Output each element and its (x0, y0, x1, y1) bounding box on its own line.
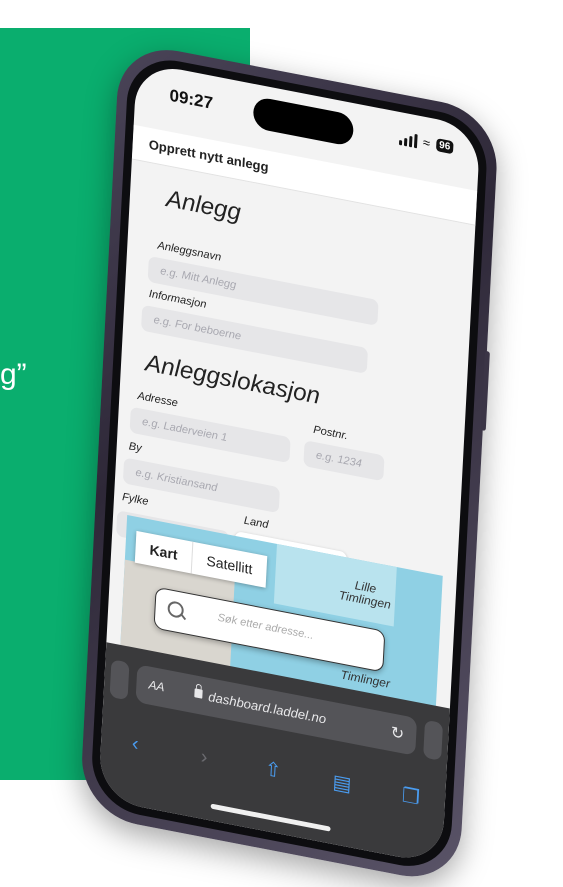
postnr-input[interactable]: e.g. 1234 (303, 440, 385, 482)
land-label: Land (243, 514, 269, 532)
adresse-label: Adresse (137, 389, 179, 410)
adresse-input[interactable]: e.g. Laderveien 1 (129, 406, 291, 464)
text-size-button[interactable]: AA (148, 677, 165, 694)
back-icon[interactable]: ‹ (121, 727, 150, 760)
status-icons: ≈ 96 (398, 130, 454, 155)
bookmarks-icon[interactable]: ▤ (327, 767, 356, 800)
reload-icon[interactable]: ↻ (390, 722, 404, 744)
battery-icon: 96 (435, 138, 454, 155)
lock-icon (194, 688, 203, 699)
section-title-anlegg: Anlegg (165, 185, 242, 227)
tabs-icon[interactable]: ❐ (396, 781, 425, 814)
postnr-label: Postnr. (312, 423, 349, 443)
forward-icon[interactable]: › (189, 741, 218, 774)
status-time: 09:27 (169, 85, 214, 113)
share-icon[interactable]: ⇧ (258, 754, 287, 787)
signal-icon (398, 130, 418, 148)
dynamic-island (252, 95, 355, 147)
phone-mockup: 09:27 ≈ 96 Opprett nytt anlegg Anlegg An… (0, 0, 563, 887)
phone-screen: 09:27 ≈ 96 Opprett nytt anlegg Anlegg An… (98, 61, 481, 866)
fylke-label: Fylke (121, 491, 149, 509)
wifi-icon: ≈ (422, 134, 431, 151)
by-label: By (128, 440, 142, 455)
phone: 09:27 ≈ 96 Opprett nytt anlegg Anlegg An… (79, 40, 500, 887)
url-text: dashboard.laddel.no (208, 689, 327, 727)
map-search-placeholder: Søk etter adresse... (217, 611, 314, 643)
map-label-timlinger: Timlinger (340, 667, 391, 691)
search-icon (167, 600, 185, 619)
previous-tab-peek[interactable] (109, 659, 130, 701)
next-tab-peek[interactable] (423, 719, 444, 761)
